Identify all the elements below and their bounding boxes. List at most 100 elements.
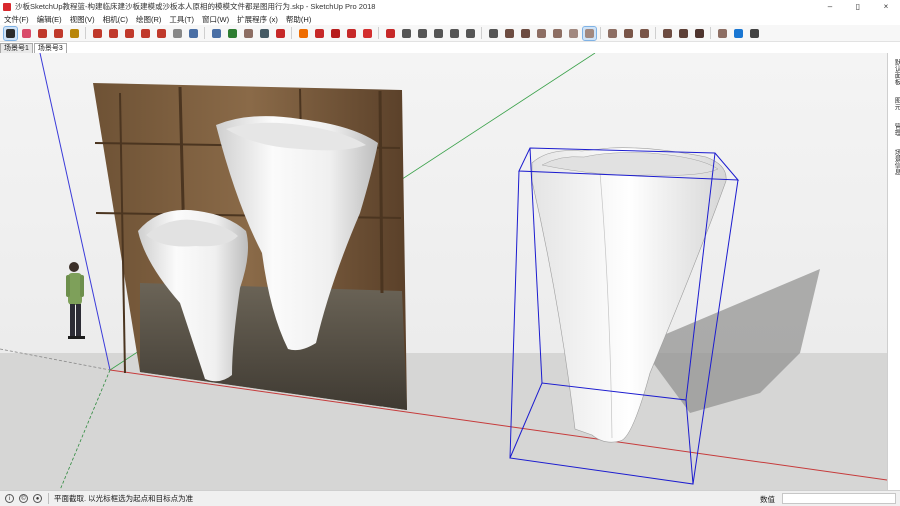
- measurements-input[interactable]: [782, 493, 896, 504]
- push-pull-button[interactable]: [91, 27, 104, 40]
- sketchup-app-icon: [3, 2, 11, 11]
- tray-tab-entity[interactable]: 图元: [889, 97, 900, 110]
- section-plane-button[interactable]: [297, 27, 310, 40]
- scene-tab-3[interactable]: 场景号3: [33, 43, 67, 53]
- warehouse-icon: [314, 28, 324, 38]
- follow-me-button[interactable]: [716, 27, 729, 40]
- text-tool-icon: [188, 28, 198, 38]
- scale-figure-human[interactable]: [66, 262, 85, 339]
- move-tool-icon: [108, 28, 118, 38]
- main-toolbar: [0, 25, 900, 42]
- eraser-tool-button[interactable]: [20, 27, 33, 40]
- scene-tab-1[interactable]: 场景号1: [0, 43, 33, 53]
- line-tool-button[interactable]: [36, 27, 49, 40]
- toolbar-separator: [600, 27, 601, 39]
- toolbar-separator: [291, 27, 292, 39]
- layout-button[interactable]: [345, 27, 358, 40]
- monochrome-style-button[interactable]: [606, 27, 619, 40]
- walk-icon: [733, 28, 743, 38]
- scale-tool-button[interactable]: [139, 27, 152, 40]
- maximize-button[interactable]: ▯: [844, 0, 872, 13]
- hidden-line-style-icon: [552, 28, 562, 38]
- rotate-tool-icon: [124, 28, 134, 38]
- menu-tools[interactable]: 工具(T): [165, 14, 198, 25]
- menu-window[interactable]: 窗口(W): [198, 14, 233, 25]
- menu-file[interactable]: 文件(F): [0, 14, 33, 25]
- sandbox-button[interactable]: [693, 27, 706, 40]
- menu-draw[interactable]: 绘图(R): [132, 14, 165, 25]
- paint-bucket-button[interactable]: [210, 27, 223, 40]
- user-account-icon[interactable]: ●: [33, 494, 42, 503]
- scene-tabs: 场景号1 场景号3: [0, 42, 68, 53]
- tape-measure-icon: [172, 28, 182, 38]
- extension-warehouse-icon: [330, 28, 340, 38]
- outliner-button[interactable]: [748, 27, 761, 40]
- reference-photo-image[interactable]: [93, 83, 407, 410]
- zoom-button[interactable]: [258, 27, 271, 40]
- tray-tab-scene-info[interactable]: 场景信息: [889, 149, 900, 175]
- left-view-button[interactable]: [487, 27, 500, 40]
- textured-style-icon: [584, 28, 594, 38]
- top-view-button[interactable]: [416, 27, 429, 40]
- section-cut-button[interactable]: [638, 27, 651, 40]
- tray-tab-default[interactable]: 默认面板: [889, 59, 900, 85]
- paint-bucket-icon: [211, 28, 221, 38]
- display-sections-button[interactable]: [661, 27, 674, 40]
- solid-tools-button[interactable]: [677, 27, 690, 40]
- close-button[interactable]: ×: [872, 0, 900, 13]
- right-view-button[interactable]: [448, 27, 461, 40]
- menu-view[interactable]: 视图(V): [66, 14, 99, 25]
- warehouse-button[interactable]: [313, 27, 326, 40]
- move-tool-button[interactable]: [107, 27, 120, 40]
- menu-camera[interactable]: 相机(C): [99, 14, 132, 25]
- offset-tool-button[interactable]: [155, 27, 168, 40]
- credits-icon[interactable]: ©: [19, 494, 28, 503]
- send-to-layout-icon: [385, 28, 395, 38]
- arc-tool-button[interactable]: [52, 27, 65, 40]
- text-tool-button[interactable]: [187, 27, 200, 40]
- pan-button[interactable]: [242, 27, 255, 40]
- walk-button[interactable]: [732, 27, 745, 40]
- orbit-button[interactable]: [226, 27, 239, 40]
- rotate-tool-button[interactable]: [123, 27, 136, 40]
- back-view-button[interactable]: [464, 27, 477, 40]
- menu-help[interactable]: 帮助(H): [282, 14, 315, 25]
- iso-view-button[interactable]: [400, 27, 413, 40]
- toolbar-separator: [204, 27, 205, 39]
- green-axis-dashed: [59, 369, 111, 490]
- push-pull-icon: [92, 28, 102, 38]
- front-view-icon: [433, 28, 443, 38]
- status-divider: [48, 493, 49, 504]
- menu-edit[interactable]: 编辑(E): [33, 14, 66, 25]
- scene-canvas: [0, 53, 887, 490]
- toolbar-separator: [710, 27, 711, 39]
- red-axis-dashed: [0, 348, 111, 371]
- extension-manager-button[interactable]: [361, 27, 374, 40]
- shape-tool-button[interactable]: [68, 27, 81, 40]
- back-edges-style-button[interactable]: [519, 27, 532, 40]
- section-fill-button[interactable]: [622, 27, 635, 40]
- red-axis-line: [109, 369, 887, 481]
- extension-warehouse-button[interactable]: [329, 27, 342, 40]
- menu-extensions[interactable]: 扩展程序 (x): [233, 14, 282, 25]
- minimize-button[interactable]: –: [816, 0, 844, 13]
- model-viewport[interactable]: [0, 53, 887, 490]
- zoom-extents-button[interactable]: [274, 27, 287, 40]
- menu-bar: 文件(F) 编辑(E) 视图(V) 相机(C) 绘图(R) 工具(T) 窗口(W…: [0, 13, 900, 25]
- textured-style-button[interactable]: [581, 25, 597, 41]
- extension-manager-icon: [362, 28, 372, 38]
- wireframe-style-button[interactable]: [535, 27, 548, 40]
- shaded-style-button[interactable]: [567, 27, 580, 40]
- scale-tool-icon: [140, 28, 150, 38]
- select-tool-button[interactable]: [2, 25, 18, 41]
- send-to-layout-button[interactable]: [384, 27, 397, 40]
- front-view-button[interactable]: [432, 27, 445, 40]
- geolocation-icon[interactable]: i: [5, 494, 14, 503]
- tape-measure-button[interactable]: [171, 27, 184, 40]
- left-view-icon: [488, 28, 498, 38]
- tray-tab-manage[interactable]: 管理: [889, 123, 900, 136]
- xray-style-button[interactable]: [503, 27, 516, 40]
- hidden-line-style-button[interactable]: [551, 27, 564, 40]
- zoom-extents-icon: [275, 28, 285, 38]
- pan-icon: [243, 28, 253, 38]
